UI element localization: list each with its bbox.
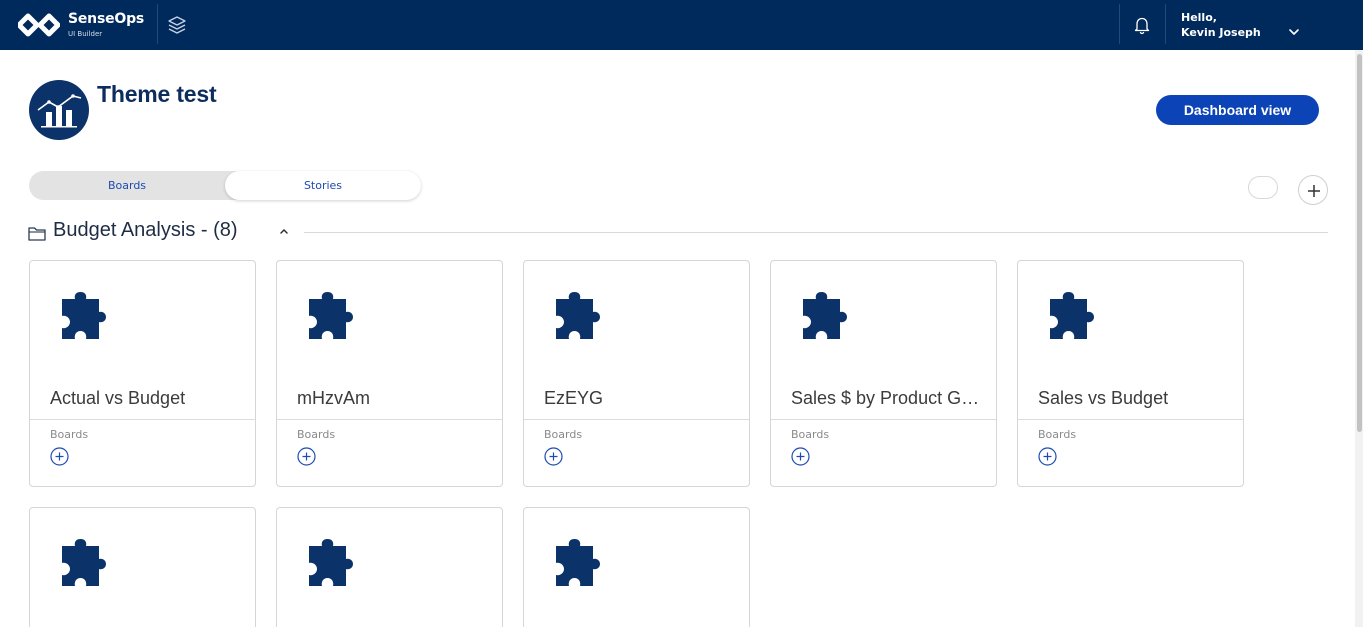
board-card[interactable] [276, 507, 503, 627]
plus-circle-icon[interactable] [50, 447, 69, 466]
app-avatar [29, 80, 89, 140]
card-divider [1018, 419, 1243, 420]
card-divider [30, 419, 255, 420]
puzzle-icon [556, 539, 600, 586]
card-divider [277, 419, 502, 420]
bell-icon[interactable] [1132, 15, 1152, 35]
bar-chart-icon [37, 94, 82, 128]
section-divider [304, 232, 1328, 233]
layers-icon[interactable] [167, 15, 187, 35]
plus-circle-icon[interactable] [791, 447, 810, 466]
view-tabs: Boards Stories [29, 171, 421, 200]
user-name[interactable]: Kevin Joseph [1181, 26, 1261, 39]
puzzle-icon [1050, 292, 1094, 339]
top-navigation-bar: SenseOps UI Builder Hello, Kevin Joseph [0, 0, 1363, 50]
app-root: SenseOps UI Builder Hello, Kevin Joseph [0, 0, 1363, 627]
board-card[interactable]: Actual vs Budget Boards [29, 260, 256, 487]
puzzle-icon [309, 292, 353, 339]
board-card[interactable]: Sales $ by Product Group Boards [770, 260, 997, 487]
card-title: EzEYG [544, 388, 604, 408]
page-scrollbar-thumb[interactable] [1357, 54, 1362, 432]
plus-circle-icon[interactable] [297, 447, 316, 466]
tab-boards[interactable]: Boards [29, 171, 225, 200]
board-card[interactable]: Sales vs Budget Boards [1017, 260, 1244, 487]
card-subtitle: Boards [1038, 428, 1077, 441]
puzzle-icon [556, 292, 600, 339]
page-title: Theme test [97, 81, 217, 107]
tab-stories[interactable]: Stories [225, 171, 421, 200]
card-title: mHzvAm [297, 388, 370, 408]
brand-name: SenseOps [68, 11, 145, 27]
board-card[interactable] [523, 507, 750, 627]
card-subtitle: Boards [544, 428, 583, 441]
nav-divider [1165, 4, 1166, 44]
card-subtitle: Boards [50, 428, 89, 441]
card-divider [771, 419, 996, 420]
plus-circle-icon[interactable] [1038, 447, 1057, 466]
board-card[interactable]: EzEYG Boards [523, 260, 750, 487]
puzzle-icon [62, 539, 106, 586]
senseops-logo-icon[interactable] [18, 11, 60, 39]
puzzle-icon [309, 539, 353, 586]
card-title: Actual vs Budget [50, 388, 186, 408]
user-greeting: Hello, [1181, 11, 1217, 24]
card-title: Sales vs Budget [1038, 388, 1169, 408]
puzzle-icon [803, 292, 847, 339]
card-subtitle: Boards [297, 428, 336, 441]
puzzle-icon [62, 292, 106, 339]
nav-divider [1119, 4, 1120, 44]
chevron-up-icon[interactable] [279, 227, 289, 235]
folder-icon [28, 227, 46, 241]
card-title: Sales $ by Product Group [791, 388, 981, 408]
board-card[interactable]: mHzvAm Boards [276, 260, 503, 487]
nav-divider [157, 4, 158, 44]
brand-subtitle: UI Builder [68, 30, 103, 38]
chevron-down-icon[interactable] [1288, 27, 1300, 37]
add-button[interactable] [1298, 175, 1328, 205]
toggle-button[interactable] [1248, 176, 1278, 199]
plus-icon [1308, 185, 1320, 197]
dashboard-view-button[interactable]: Dashboard view [1156, 95, 1319, 125]
plus-circle-icon[interactable] [544, 447, 563, 466]
section-title: Budget Analysis - (8) [53, 219, 238, 241]
card-divider [524, 419, 749, 420]
card-subtitle: Boards [791, 428, 830, 441]
board-card[interactable] [29, 507, 256, 627]
